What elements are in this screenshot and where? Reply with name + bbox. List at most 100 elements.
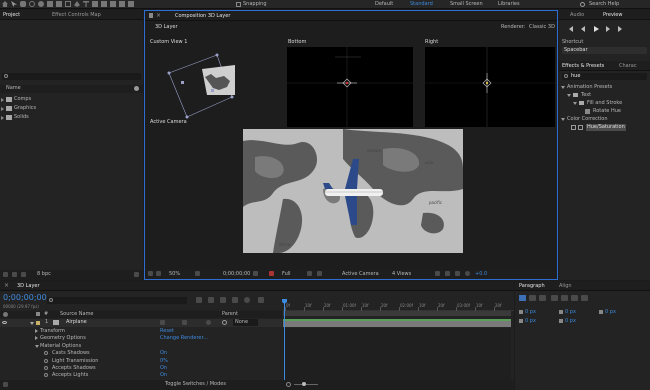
table-row[interactable]: Casts Shadows On bbox=[0, 350, 282, 357]
property-value[interactable]: On bbox=[160, 350, 167, 357]
camera-select[interactable]: Active Camera bbox=[342, 271, 379, 278]
chevron-down-icon[interactable] bbox=[567, 94, 571, 97]
zoom-tool-icon[interactable] bbox=[29, 1, 35, 7]
space-before-field[interactable]: 0 px bbox=[525, 318, 536, 325]
pan-tool-icon[interactable] bbox=[47, 1, 53, 7]
bpc-label[interactable]: 8 bpc bbox=[37, 271, 51, 278]
brush-tool-icon[interactable] bbox=[92, 1, 98, 7]
flowchart-icon[interactable] bbox=[455, 271, 460, 276]
tab-character[interactable]: Charac bbox=[619, 62, 637, 70]
tab-project[interactable]: Project bbox=[3, 11, 20, 19]
prev-frame-icon[interactable] bbox=[581, 26, 585, 32]
tab-3d-layer[interactable]: 3D Layer bbox=[155, 24, 178, 31]
table-row[interactable]: 1 Airplane None bbox=[0, 319, 282, 327]
last-frame-icon[interactable] bbox=[618, 26, 622, 32]
layer-switch-icon[interactable] bbox=[160, 320, 165, 325]
tree-item[interactable]: Rotate Hue bbox=[585, 108, 649, 115]
close-icon[interactable]: × bbox=[156, 12, 161, 19]
layer-name[interactable]: Airplane bbox=[66, 319, 87, 326]
col-name-label[interactable]: Name bbox=[6, 85, 21, 92]
table-row[interactable]: Accepts Shadows On bbox=[0, 365, 282, 372]
property-value[interactable]: On bbox=[160, 372, 167, 379]
justify-last-left-icon[interactable] bbox=[551, 295, 558, 301]
table-row[interactable]: Transform Reset bbox=[0, 328, 282, 335]
align-left-icon[interactable] bbox=[519, 295, 526, 301]
search-icon[interactable] bbox=[580, 2, 585, 7]
tab-effect-controls[interactable]: Effect Controls Map bbox=[52, 11, 101, 19]
hand-tool-icon[interactable] bbox=[20, 1, 26, 7]
selection-tool-icon[interactable] bbox=[11, 1, 17, 7]
align-center-icon[interactable] bbox=[529, 295, 536, 301]
timecode-value[interactable]: 0;00;00;00 bbox=[223, 271, 250, 278]
stamp-tool-icon[interactable] bbox=[101, 1, 107, 7]
property-value[interactable]: Reset bbox=[160, 328, 174, 335]
layer-switch-icon[interactable] bbox=[182, 320, 187, 325]
pick-whip-icon[interactable] bbox=[222, 320, 227, 325]
trash-icon[interactable] bbox=[134, 272, 139, 277]
shy-icon[interactable] bbox=[220, 297, 226, 303]
property-value[interactable]: On bbox=[160, 365, 167, 372]
motion-blur-icon[interactable] bbox=[244, 297, 250, 303]
chevron-down-icon[interactable] bbox=[561, 86, 565, 89]
rect-tool-icon[interactable] bbox=[65, 1, 71, 7]
puppet-tool-icon[interactable] bbox=[128, 1, 134, 7]
zoom-value[interactable]: 50% bbox=[169, 271, 180, 278]
new-comp-icon[interactable] bbox=[21, 272, 26, 277]
home-icon[interactable] bbox=[2, 1, 8, 7]
table-row[interactable]: Accepts Lights On bbox=[0, 372, 282, 379]
roto-tool-icon[interactable] bbox=[119, 1, 125, 7]
chevron-down-icon[interactable] bbox=[30, 322, 34, 325]
col-parent[interactable]: Parent bbox=[222, 311, 238, 318]
snapshot-icon[interactable] bbox=[253, 271, 258, 276]
work-area-bar[interactable] bbox=[283, 311, 511, 316]
chevron-down-icon[interactable] bbox=[35, 344, 39, 348]
transparency-icon[interactable] bbox=[317, 271, 322, 276]
resolution-value[interactable]: Full bbox=[282, 271, 291, 278]
col-source-name[interactable]: Source Name bbox=[60, 311, 94, 318]
indent-left-field[interactable]: 0 px bbox=[525, 309, 536, 316]
label-color-swatch[interactable] bbox=[36, 321, 40, 325]
playhead[interactable] bbox=[284, 299, 285, 380]
timeline-search-field[interactable] bbox=[47, 297, 187, 304]
frame-blend-icon[interactable] bbox=[232, 297, 238, 303]
dolly-tool-icon[interactable] bbox=[56, 1, 62, 7]
stopwatch-icon[interactable] bbox=[44, 358, 48, 363]
workspace-libraries[interactable]: Libraries bbox=[498, 1, 520, 8]
color-channel-icon[interactable] bbox=[269, 271, 274, 276]
tab-paragraph[interactable]: Paragraph bbox=[519, 282, 545, 290]
tree-item[interactable]: Animation Presets bbox=[561, 84, 649, 91]
search-help-label[interactable]: Search Help bbox=[589, 1, 619, 8]
draft-3d-icon[interactable] bbox=[196, 297, 202, 303]
tab-align[interactable]: Align bbox=[559, 282, 572, 290]
orbit-tool-icon[interactable] bbox=[38, 1, 44, 7]
exposure-value[interactable]: +0.0 bbox=[475, 271, 487, 278]
type-tool-icon[interactable] bbox=[83, 1, 89, 7]
table-row[interactable]: Light Transmission 0% bbox=[0, 358, 282, 365]
tab-timeline-3d-layer[interactable]: 3D Layer bbox=[17, 282, 40, 290]
custom-view-viewport[interactable] bbox=[147, 47, 281, 127]
parent-select[interactable]: None bbox=[233, 319, 259, 326]
space-after-field[interactable]: 0 px bbox=[565, 318, 576, 325]
tree-item[interactable]: Color Correction bbox=[561, 116, 649, 123]
close-icon[interactable]: × bbox=[4, 282, 9, 289]
tab-composition[interactable]: Composition 3D Layer bbox=[175, 12, 230, 20]
timeline-icon[interactable] bbox=[445, 271, 450, 276]
list-item[interactable]: Solids bbox=[0, 114, 143, 122]
tab-preview[interactable]: Preview bbox=[603, 11, 622, 19]
chevron-down-icon[interactable] bbox=[561, 118, 565, 121]
stopwatch-icon[interactable] bbox=[44, 366, 48, 370]
timeline-zoom-slider[interactable] bbox=[294, 384, 318, 385]
fit-icon[interactable] bbox=[195, 271, 200, 276]
list-item[interactable]: Graphics bbox=[0, 105, 143, 113]
fast-draft-icon[interactable] bbox=[435, 271, 440, 276]
grid-icon[interactable] bbox=[156, 271, 161, 276]
region-icon[interactable] bbox=[307, 271, 312, 276]
tree-item[interactable]: Text bbox=[567, 92, 649, 99]
time-ruler[interactable]: 0f 10f 20f 01:00f 10f 20f 02:00f 10f 20f 03:00f 10… bbox=[283, 299, 514, 311]
pen-tool-icon[interactable] bbox=[74, 1, 80, 7]
property-value[interactable]: Change Renderer... bbox=[160, 335, 208, 342]
next-frame-icon[interactable] bbox=[606, 26, 610, 32]
play-icon[interactable] bbox=[594, 26, 599, 32]
lock-icon[interactable] bbox=[149, 13, 153, 18]
bottom-view-viewport[interactable] bbox=[287, 47, 413, 127]
